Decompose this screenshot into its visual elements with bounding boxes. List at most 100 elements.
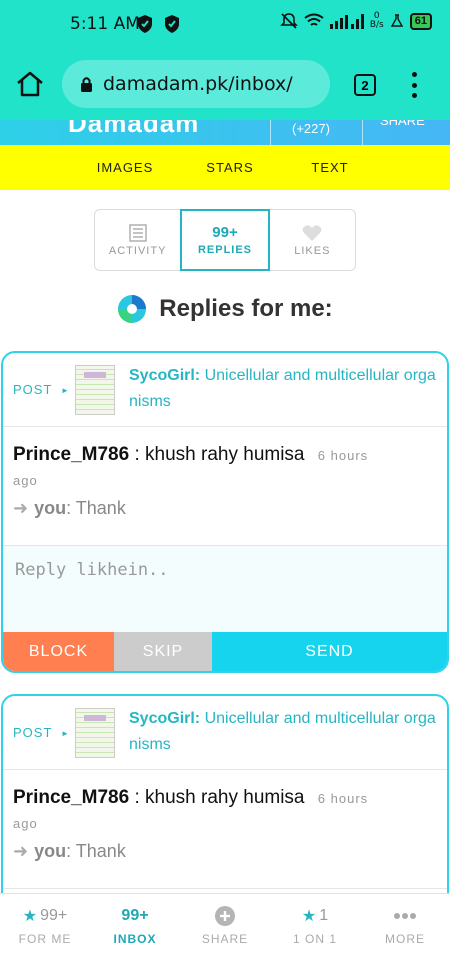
post-label: POST <box>13 725 53 740</box>
page-title-text: Replies for me: <box>159 295 333 322</box>
message-ago: ago <box>13 816 38 831</box>
reply-input[interactable]: Reply likhein.. <box>3 546 447 632</box>
post-label: POST <box>13 382 53 397</box>
nav-more[interactable]: MORE <box>360 894 450 963</box>
site-header: Damadam (+227) SHARE <box>0 120 450 145</box>
header-divider <box>362 120 363 145</box>
message-time: 6 hours <box>317 448 369 463</box>
message-time: 6 hours <box>317 791 369 806</box>
card-actions: BLOCK SKIP SEND <box>3 632 447 671</box>
post-row[interactable]: POST ► SycoGirl: Unicellular and multice… <box>3 353 447 427</box>
tab-likes[interactable]: LIKES <box>270 210 355 270</box>
post-thumbnail[interactable] <box>75 365 115 415</box>
arrow-right-icon: ► <box>61 729 69 738</box>
nav-inbox[interactable]: 99+ INBOX <box>90 894 180 963</box>
tab-activity[interactable]: ACTIVITY <box>95 210 180 270</box>
block-button[interactable]: BLOCK <box>3 632 114 671</box>
shield-icon <box>165 15 179 33</box>
nav-more-label: MORE <box>385 932 425 946</box>
browser-toolbar: damadam.pk/inbox/ 2 <box>0 48 450 120</box>
your-text: : Thank <box>66 498 126 518</box>
bottom-nav: ★99+ FOR ME 99+ INBOX SHARE ★1 1 ON 1 <box>0 893 450 963</box>
message-text: khush rahy humisa <box>145 444 305 465</box>
nav-1-on-1-label: 1 ON 1 <box>292 932 337 946</box>
you-label: you <box>34 498 67 518</box>
shield-icon <box>138 15 152 33</box>
arrow-right-icon: ➜ <box>13 841 29 861</box>
message-text: khush rahy humisa <box>145 787 305 808</box>
star-icon: ★ <box>22 908 38 925</box>
post-author: SycoGirl: <box>129 367 201 384</box>
header-share[interactable]: SHARE <box>380 120 425 128</box>
your-message: ➜ you: Thank <box>13 841 437 862</box>
nav-text[interactable]: TEXT <box>280 160 380 175</box>
header-count[interactable]: (+227) <box>292 121 330 136</box>
plus-icon <box>215 906 235 926</box>
nav-for-me[interactable]: ★ 99+ FOR ME <box>0 894 90 963</box>
send-button[interactable]: SEND <box>212 632 447 671</box>
battery-icon: 61 <box>409 12 432 30</box>
sender-name[interactable]: Prince_M786 <box>13 787 129 808</box>
your-text: : Thank <box>66 841 126 861</box>
message-ago: ago <box>13 473 38 488</box>
tab-replies[interactable]: 99+ REPLIES <box>180 209 270 271</box>
post-author: SycoGirl: <box>129 710 201 727</box>
nav-1-on-1[interactable]: ★ 1 1 ON 1 <box>270 894 360 963</box>
section-nav: IMAGES STARS TEXT <box>0 145 450 190</box>
nav-share-label: SHARE <box>201 932 249 946</box>
flask-icon <box>390 14 403 27</box>
nav-images[interactable]: IMAGES <box>70 160 180 175</box>
lock-icon <box>81 77 92 92</box>
post-thumbnail[interactable] <box>75 708 115 758</box>
message-row: Prince_M786 : khush rahy humisa 6 hours … <box>3 427 447 546</box>
post-text[interactable]: SycoGirl: Unicellular and multicellular … <box>129 363 441 415</box>
nav-for-me-count: 99+ <box>40 907 68 924</box>
wifi-icon <box>304 13 324 26</box>
message-line: Prince_M786 : khush rahy humisa 6 hours <box>13 439 437 472</box>
site-logo[interactable]: Damadam <box>68 120 199 139</box>
nav-inbox-count: 99+ <box>121 907 149 924</box>
status-time: 5:11 AM <box>70 14 140 34</box>
nav-1-on-1-count: 1 <box>319 907 329 924</box>
browser-menu-icon[interactable] <box>408 72 420 98</box>
message-separator: : <box>134 787 140 808</box>
star-icon: ★ <box>301 908 317 925</box>
skip-button[interactable]: SKIP <box>114 632 212 671</box>
reply-card: POST ► SycoGirl: Unicellular and multice… <box>1 351 449 673</box>
replies-logo-icon <box>118 295 147 323</box>
post-text[interactable]: SycoGirl: Unicellular and multicellular … <box>129 706 441 758</box>
inbox-tabs: ACTIVITY 99+ REPLIES LIKES <box>94 209 356 271</box>
nav-share[interactable]: SHARE <box>180 894 270 963</box>
you-label: you <box>34 841 67 861</box>
list-icon <box>128 223 147 242</box>
url-text: damadam.pk/inbox/ <box>103 73 293 95</box>
tab-replies-label: REPLIES <box>197 244 253 256</box>
page-title: Replies for me: <box>0 294 450 324</box>
message-line: Prince_M786 : khush rahy humisa 6 hours <box>13 782 437 815</box>
replies-count: 99+ <box>212 224 238 241</box>
mute-icon <box>279 13 298 29</box>
dots-icon <box>394 913 416 919</box>
sender-name[interactable]: Prince_M786 <box>13 444 129 465</box>
status-bar: 5:11 AM 0 B/s 61 <box>0 0 450 48</box>
tab-likes-label: LIKES <box>294 244 331 257</box>
page: 5:11 AM 0 B/s 61 damadam.pk/inbox/ 2 Dam… <box>0 0 450 963</box>
post-row[interactable]: POST ► SycoGirl: Unicellular and multice… <box>3 696 447 770</box>
header-divider <box>270 120 271 145</box>
nav-inbox-label: INBOX <box>113 932 157 946</box>
net-speed-unit: B/s <box>369 20 384 30</box>
signal-icon <box>329 14 364 29</box>
heart-icon <box>303 224 322 241</box>
your-message: ➜ you: Thank <box>13 498 437 519</box>
nav-stars[interactable]: STARS <box>180 160 280 175</box>
status-icons: 0 B/s 61 <box>279 12 432 30</box>
address-bar[interactable]: damadam.pk/inbox/ <box>62 60 330 108</box>
net-speed: 0 B/s <box>370 12 384 30</box>
tab-switcher-button[interactable]: 2 <box>354 74 376 96</box>
home-icon[interactable] <box>14 68 46 100</box>
message-row: Prince_M786 : khush rahy humisa 6 hours … <box>3 770 447 889</box>
tab-activity-label: ACTIVITY <box>108 244 167 257</box>
nav-for-me-label: FOR ME <box>18 932 72 946</box>
arrow-right-icon: ► <box>61 386 69 395</box>
arrow-right-icon: ➜ <box>13 498 29 518</box>
